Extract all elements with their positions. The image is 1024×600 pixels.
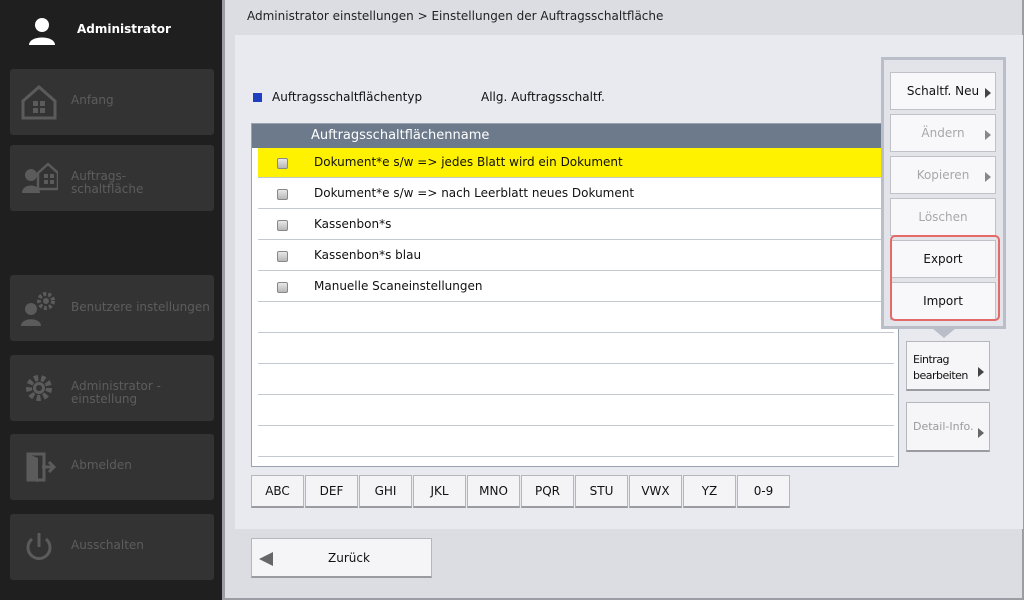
empty-row (258, 303, 894, 333)
chevron-right-icon (978, 367, 984, 377)
row-text: Kassenbon*s blau (314, 248, 422, 262)
power-icon (26, 533, 52, 560)
sidebar-item-admin-settings[interactable]: Administrator - einstellung (10, 355, 214, 421)
filter-button-stu[interactable]: STU (575, 475, 628, 508)
new-button-button[interactable]: Schaltf. Neu (890, 72, 996, 110)
filter-button-mno[interactable]: MNO (467, 475, 520, 508)
table-row[interactable]: Manuelle Scaneinstellungen (258, 272, 894, 302)
user-header: Administrator (0, 0, 222, 60)
copy-label: Kopieren (916, 168, 970, 182)
table-row[interactable]: Kassenbon*s blau (258, 241, 894, 271)
filter-button-0-9[interactable]: 0-9 (737, 475, 790, 508)
row-checkbox[interactable] (277, 251, 288, 262)
change-button[interactable]: Ändern (890, 114, 996, 152)
copy-button[interactable]: Kopieren (890, 156, 996, 194)
job-button-icon (22, 162, 58, 193)
popup-pointer (932, 328, 956, 338)
user-icon (29, 18, 55, 45)
job-button-table: Auftragsschaltflächenname Dokument*e s/w… (251, 123, 899, 467)
sidebar-item-job-button[interactable]: Auftrags- schaltfläche (10, 145, 214, 211)
delete-button[interactable]: Löschen (890, 198, 996, 236)
chevron-right-icon (985, 172, 991, 182)
back-label: Zurück (328, 551, 370, 565)
highlight-frame (890, 235, 1000, 321)
new-button-label: Schaltf. Neu (906, 84, 980, 98)
filter-button-def[interactable]: DEF (305, 475, 358, 508)
sidebar-item-home[interactable]: Anfang (10, 69, 214, 135)
row-checkbox[interactable] (277, 158, 288, 169)
sidebar-item-label: schaltfläche (71, 182, 144, 196)
table-header: Auftragsschaltflächenname (252, 124, 898, 148)
sidebar-item-user-settings[interactable]: Benutzere instellungen (10, 275, 214, 341)
row-checkbox[interactable] (277, 189, 288, 200)
back-arrow-icon (259, 552, 273, 566)
breadcrumb: Administrator einstellungen > Einstellun… (247, 9, 664, 23)
detail-info-button[interactable]: Detail-Info. (906, 402, 990, 452)
row-checkbox[interactable] (277, 282, 288, 293)
sidebar-item-label: einstellung (71, 392, 138, 406)
sidebar-item-label: Anfang (71, 93, 114, 107)
table-row[interactable]: Dokument*e s/w => jedes Blatt wird ein D… (258, 148, 894, 178)
edit-entry-label-1: Eintrag (913, 353, 950, 366)
empty-row (258, 334, 894, 364)
chevron-right-icon (985, 88, 991, 98)
user-settings-icon (21, 292, 55, 326)
table-row[interactable]: Kassenbon*s (258, 210, 894, 240)
gear-icon (26, 375, 52, 401)
filter-button-jkl[interactable]: JKL (413, 475, 466, 508)
home-icon (21, 85, 57, 120)
sidebar-item-label: Abmelden (71, 458, 132, 472)
filter-button-vwx[interactable]: VWX (629, 475, 682, 508)
empty-row (258, 396, 894, 426)
row-checkbox[interactable] (277, 220, 288, 231)
bullet-icon (253, 93, 262, 102)
sidebar-item-label: Ausschalten (71, 538, 144, 552)
logout-icon (26, 452, 57, 482)
chevron-right-icon (978, 428, 984, 438)
edit-entry-button[interactable]: Eintrag bearbeiten (906, 341, 990, 391)
filter-button-abc[interactable]: ABC (251, 475, 304, 508)
back-button[interactable]: Zurück (251, 538, 432, 578)
filter-button-pqr[interactable]: PQR (521, 475, 574, 508)
change-label: Ändern (921, 126, 965, 140)
detail-info-label: Detail-Info. (913, 420, 974, 433)
sidebar: Administrator Anfang Auftrags- schaltflä… (0, 0, 222, 600)
type-value: Allg. Auftragsschaltf. (481, 90, 605, 104)
sidebar-item-power[interactable]: Ausschalten (10, 514, 214, 580)
sidebar-item-logout[interactable]: Abmelden (10, 434, 214, 500)
table-row[interactable]: Dokument*e s/w => nach Leerblatt neues D… (258, 179, 894, 209)
row-text: Manuelle Scaneinstellungen (314, 279, 483, 293)
row-text: Kassenbon*s (314, 217, 392, 231)
filter-button-yz[interactable]: YZ (683, 475, 736, 508)
user-name: Administrator (77, 22, 171, 36)
edit-entry-label-2: bearbeiten (913, 369, 968, 382)
sidebar-item-label: Benutzere instellungen (71, 300, 210, 314)
empty-row (258, 365, 894, 395)
delete-label: Löschen (918, 210, 968, 224)
type-label: Auftragsschaltflächentyp (272, 90, 423, 104)
filter-button-ghi[interactable]: GHI (359, 475, 412, 508)
empty-row (258, 427, 894, 457)
row-text: Dokument*e s/w => nach Leerblatt neues D… (314, 186, 635, 200)
row-text: Dokument*e s/w => jedes Blatt wird ein D… (314, 155, 623, 169)
column-header-name: Auftragsschaltflächenname (311, 128, 490, 143)
chevron-right-icon (985, 130, 991, 140)
